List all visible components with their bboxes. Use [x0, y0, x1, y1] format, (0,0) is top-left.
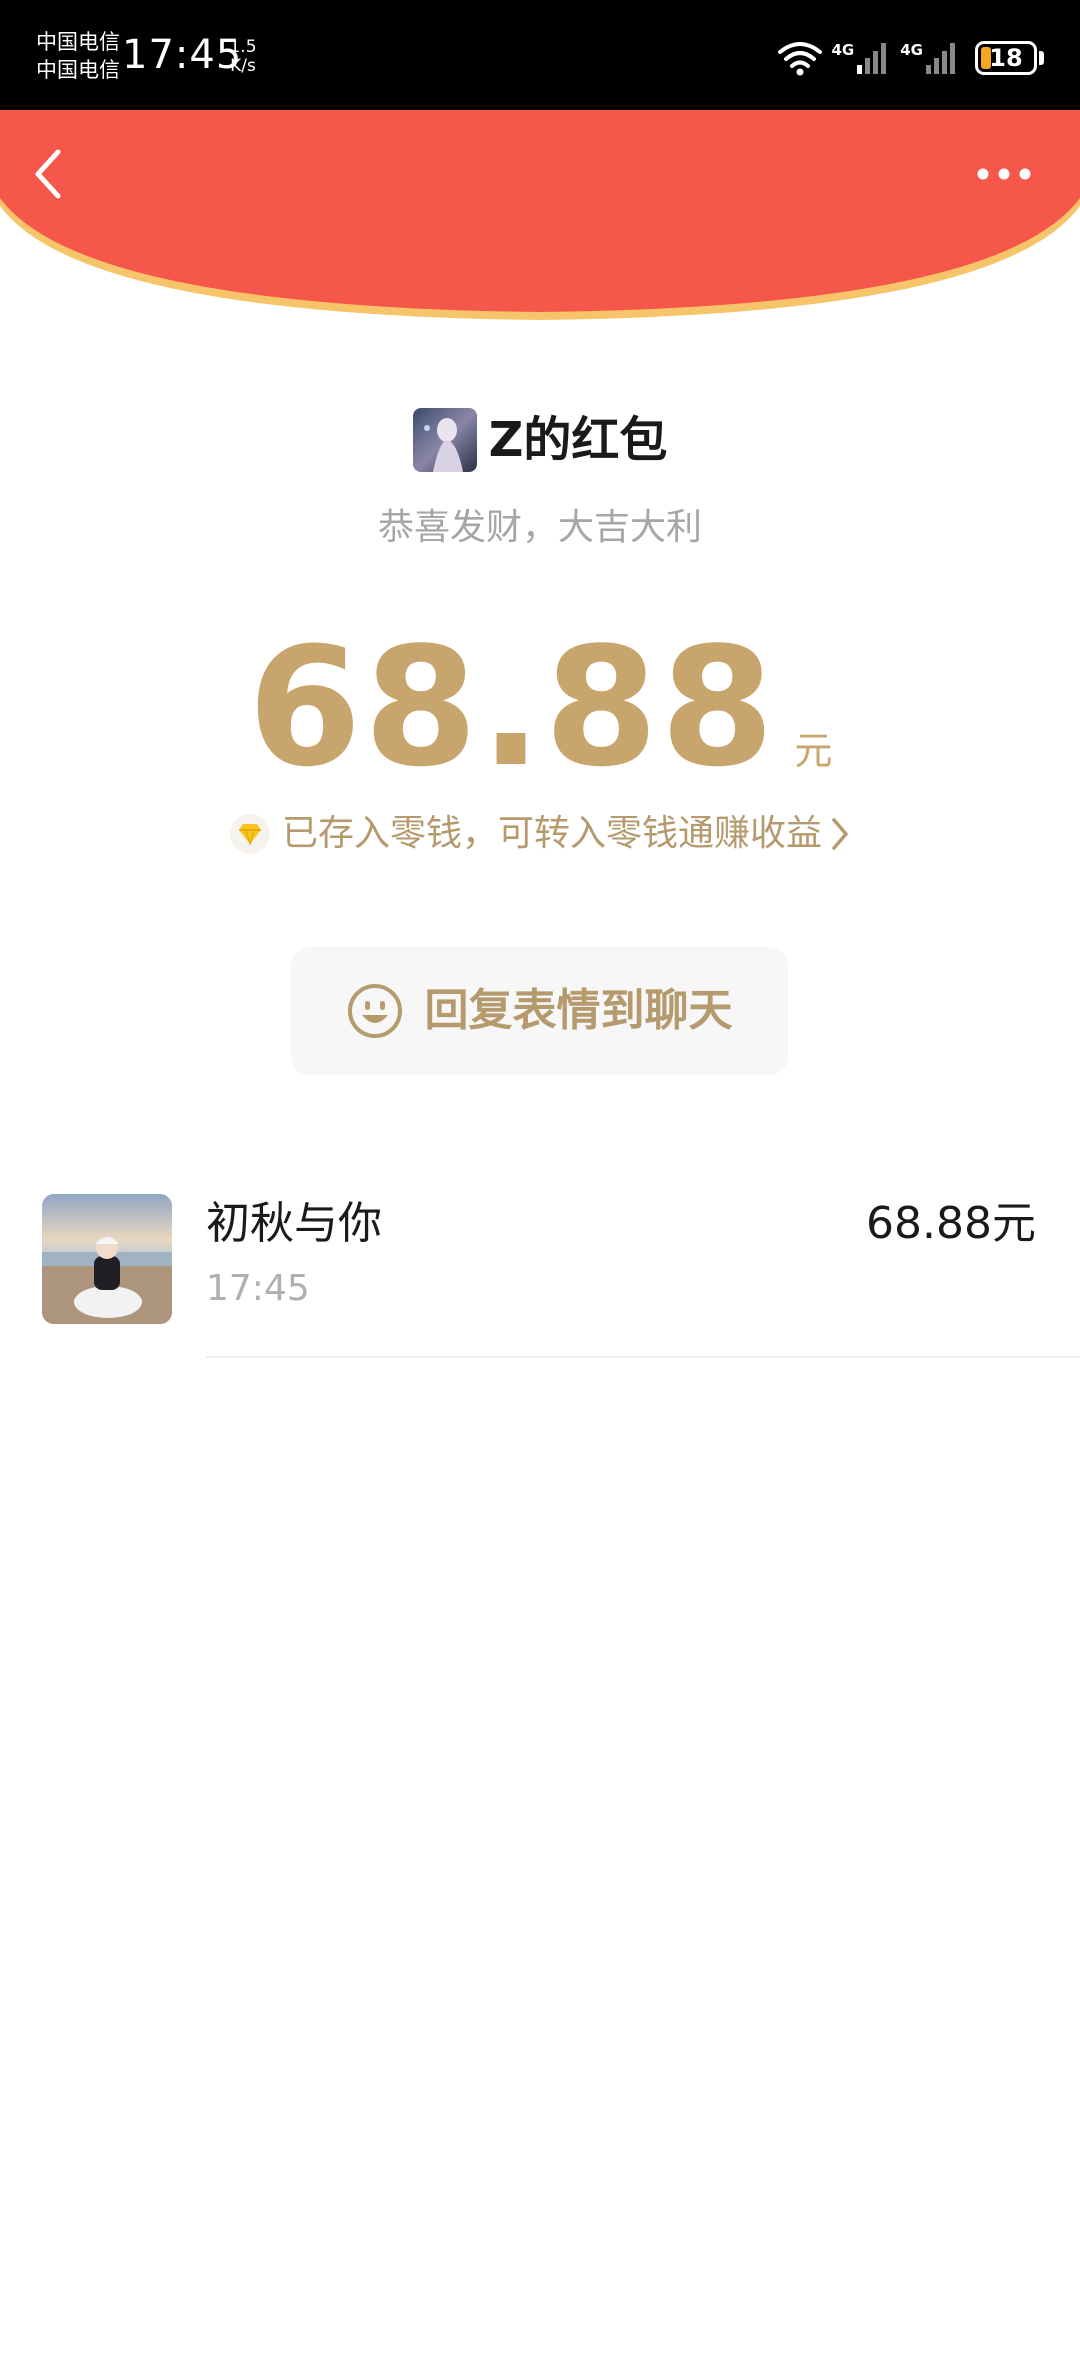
carrier-labels: 中国电信 中国电信 — [36, 28, 120, 84]
sim1-signal: 4G — [832, 41, 891, 75]
network-speed: 1.5 K/s — [228, 38, 258, 76]
receiver-amount: 68.88元 — [866, 1198, 1036, 1249]
battery-icon: 18 — [975, 41, 1037, 75]
receiver-name: 初秋与你 — [206, 1198, 382, 1249]
blessing-text: 恭喜发财，大吉大利 — [377, 507, 702, 548]
amount-unit: 元 — [794, 729, 833, 773]
receiver-time: 17:45 — [206, 1268, 310, 1309]
sender-title: Z的红包 — [488, 412, 668, 468]
status-bar: 中国电信 中国电信 17:45 1.5 K/s 4G 4G 18 — [0, 0, 1080, 110]
sim2-network-label: 4G — [900, 41, 923, 59]
diamond-badge — [229, 814, 270, 854]
carrier-2-label: 中国电信 — [36, 58, 120, 82]
network-speed-value: 1.5 — [229, 37, 257, 57]
signal-bars-icon — [857, 43, 887, 74]
reply-emoji-button[interactable]: 回复表情到聊天 — [291, 947, 788, 1075]
amount-value: 68.88 — [247, 612, 777, 803]
signal-bars-icon — [926, 43, 955, 74]
chevron-left-icon[interactable] — [30, 146, 66, 202]
saved-notice: 已存入零钱，可转入零钱通赚收益 — [281, 813, 822, 854]
battery-level: 18 — [989, 44, 1023, 72]
more-dots-icon[interactable] — [976, 164, 1032, 184]
list-divider — [206, 1356, 1080, 1358]
saved-to-balance-link[interactable]: 已存入零钱，可转入零钱通赚收益 — [0, 806, 1080, 862]
chevron-right-icon — [832, 818, 848, 850]
status-icons: 4G 4G 18 — [777, 36, 1044, 80]
sim1-network-label: 4G — [831, 41, 855, 59]
diamond-icon — [238, 824, 261, 845]
battery-tip — [1039, 51, 1044, 65]
sender-avatar[interactable] — [412, 408, 477, 472]
wifi-icon — [777, 42, 822, 76]
network-speed-unit: K/s — [230, 56, 256, 76]
smiley-icon — [347, 984, 402, 1038]
sender-row: Z的红包 — [0, 408, 1080, 472]
sim2-signal: 4G — [900, 41, 959, 75]
amount-row: 68.88 元 — [0, 618, 1080, 798]
carrier-1-label: 中国电信 — [36, 30, 120, 54]
receiver-avatar[interactable] — [42, 1194, 172, 1324]
red-packet-header — [0, 110, 1080, 320]
list-item[interactable]: 初秋与你 17:45 68.88元 — [0, 1194, 1080, 1356]
reply-button-label: 回复表情到聊天 — [424, 985, 733, 1036]
status-clock: 17:45 — [122, 32, 243, 78]
